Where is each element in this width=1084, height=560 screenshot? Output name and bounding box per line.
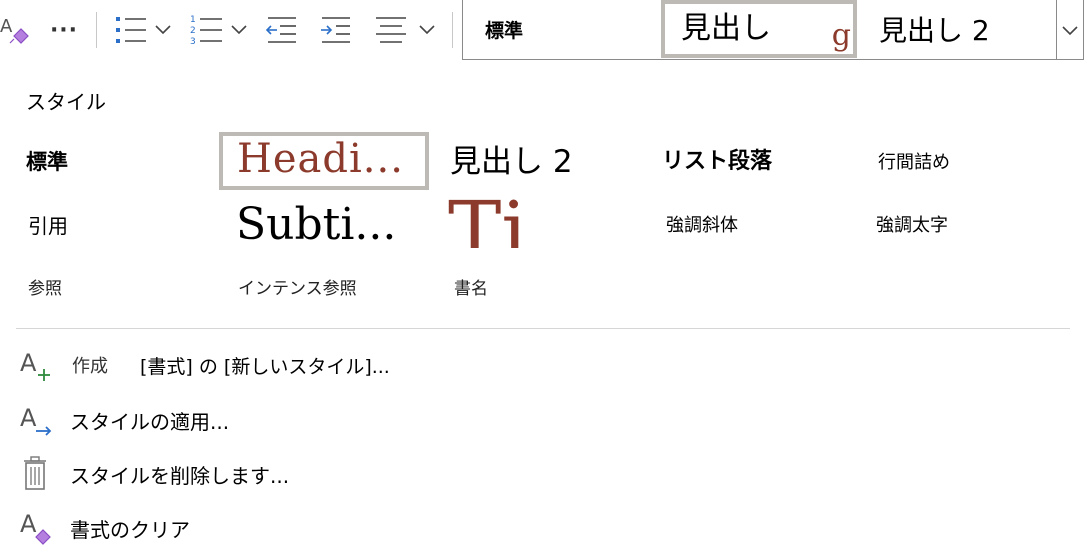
numbered-list-icon: 1 2 3 [190, 15, 247, 47]
style-label: 標準 [26, 150, 68, 174]
panel-title: スタイル [26, 90, 106, 114]
create-style-detail: [書式] の [新しいスタイル]... [140, 355, 390, 378]
gallery-style-normal[interactable]: 標準 [463, 0, 661, 58]
svg-text:A: A [20, 349, 37, 377]
svg-text:A: A [0, 16, 13, 37]
create-style-icon: A [18, 345, 58, 385]
style-label: 強調斜体 [666, 215, 738, 236]
style-quote[interactable]: 引用 [28, 210, 208, 244]
style-label: 書名 [454, 279, 488, 299]
gallery-style-heading2[interactable]: 見出し 2 [857, 0, 1056, 58]
style-label: 参照 [28, 279, 62, 299]
style-book-title[interactable]: 書名 [454, 276, 634, 304]
decrease-indent-button[interactable] [262, 10, 302, 50]
style-no-spacing[interactable]: 行間詰め [878, 148, 1058, 182]
style-label: Headi... [237, 136, 404, 182]
paragraph-align-button[interactable] [370, 10, 440, 50]
svg-text:A: A [20, 404, 37, 432]
svg-text:3: 3 [190, 37, 196, 47]
gallery-style-label: 標準 [485, 19, 524, 42]
style-heading1[interactable]: Headi... [219, 132, 429, 190]
gallery-style-label: 見出し 2 [879, 14, 990, 47]
style-heading2[interactable]: 見出し 2 [450, 140, 640, 186]
style-label: 強調太字 [876, 215, 948, 236]
svg-text:A: A [20, 510, 37, 538]
more-options-icon: ··· [49, 17, 79, 43]
styles-gallery: 標準 見出し g 見出し 2 [462, 0, 1057, 60]
chevron-down-icon [1062, 25, 1078, 35]
svg-text:1: 1 [190, 15, 196, 25]
style-list-paragraph[interactable]: リスト段落 [662, 144, 852, 184]
panel-divider [16, 328, 1070, 329]
create-style-label: 作成 [72, 356, 108, 377]
clear-formatting-menu-item[interactable]: A 書式のクリア [18, 508, 418, 548]
style-label: 見出し 2 [450, 144, 573, 180]
clear-formatting-icon: A [18, 508, 58, 548]
style-normal[interactable]: 標準 [26, 144, 206, 184]
apply-style-icon: A [18, 400, 58, 440]
style-title[interactable]: Ti... [446, 196, 610, 248]
style-intense-reference[interactable]: インテンス参照 [238, 276, 438, 304]
align-center-icon [376, 17, 435, 43]
gallery-heading-preview-glyph: g [831, 18, 851, 53]
styles-gallery-expand-button[interactable] [1056, 0, 1084, 60]
clear-formatting-icon[interactable]: A [0, 12, 34, 48]
ribbon-toolbar: A ··· 1 2 3 標準 見出し g 見出し 2 [0, 0, 1084, 62]
increase-indent-button[interactable] [316, 10, 356, 50]
apply-style-menu-item[interactable]: A スタイルの適用... [18, 400, 418, 440]
style-label: Subti... [236, 199, 397, 250]
toolbar-separator [452, 12, 453, 48]
clear-formatting-label: 書式のクリア [70, 517, 190, 542]
style-subtle-emphasis[interactable]: 強調斜体 [666, 212, 846, 242]
svg-text:2: 2 [190, 26, 196, 36]
apply-style-label: スタイルの適用... [70, 409, 230, 434]
decrease-indent-icon [265, 17, 296, 43]
trash-icon [18, 454, 58, 494]
style-label: 行間詰め [878, 152, 950, 173]
more-options-button[interactable]: ··· [44, 12, 84, 48]
bullet-list-button[interactable] [110, 10, 176, 50]
numbered-list-button[interactable]: 1 2 3 [186, 10, 252, 50]
gallery-style-label: 見出し [681, 11, 771, 46]
style-strong[interactable]: 強調太字 [876, 212, 1056, 242]
delete-style-label: スタイルを削除します... [70, 463, 290, 488]
style-subtle-reference[interactable]: 参照 [28, 276, 208, 304]
create-style-menu-item[interactable]: A 作成 [書式] の [新しいスタイル]... [18, 345, 538, 385]
style-subtitle[interactable]: Subti... [236, 196, 436, 256]
bullet-list-icon [116, 17, 171, 43]
gallery-style-heading1[interactable]: 見出し g [661, 0, 857, 58]
toolbar-separator [96, 12, 97, 48]
style-label: Ti... [448, 196, 604, 248]
style-label: インテンス参照 [238, 279, 357, 299]
increase-indent-icon [321, 17, 350, 43]
style-label: 引用 [28, 214, 68, 238]
delete-style-menu-item[interactable]: スタイルを削除します... [18, 454, 418, 494]
style-label: リスト段落 [662, 149, 773, 174]
